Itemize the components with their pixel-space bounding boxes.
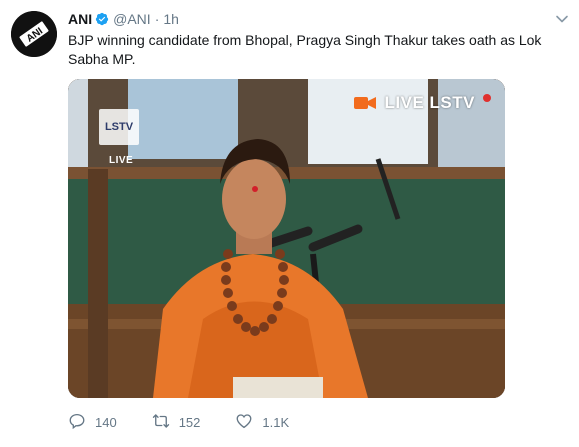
live-label: LIVE	[109, 155, 134, 166]
recording-dot-icon	[483, 94, 491, 102]
live-badge: LIVE LSTV	[353, 93, 491, 113]
like-count: 1.1K	[262, 414, 290, 430]
tweet-header: ANI @ANI · 1h	[68, 10, 179, 28]
separator-dot: ·	[154, 11, 160, 27]
retweet-count: 152	[178, 414, 201, 430]
reply-count: 140	[95, 414, 117, 430]
retweet-icon	[152, 412, 179, 433]
tweet-actions: 140 152 1.1K	[68, 412, 324, 432]
lstv-watermark: LSTV	[99, 109, 139, 145]
reply-button[interactable]: 140	[68, 412, 117, 433]
like-button[interactable]: 1.1K	[235, 412, 289, 433]
timestamp[interactable]: 1h	[163, 11, 179, 27]
heart-icon	[235, 412, 262, 433]
verified-icon	[95, 12, 109, 26]
reply-icon	[68, 412, 95, 433]
tweet: ANI ANI @ANI · 1h BJP winning candidate …	[0, 0, 579, 447]
live-badge-text: LIVE LSTV	[384, 93, 475, 112]
avatar[interactable]: ANI	[11, 11, 57, 57]
tweet-text: BJP winning candidate from Bhopal, Pragy…	[68, 32, 542, 67]
video-player[interactable]: LSTV LIVE LIVE LSTV	[68, 79, 505, 398]
author-handle[interactable]: @ANI	[113, 11, 151, 27]
video-camera-icon	[353, 95, 376, 111]
retweet-button[interactable]: 152	[152, 412, 201, 433]
author-name[interactable]: ANI	[68, 11, 92, 27]
chevron-down-icon[interactable]	[555, 12, 569, 26]
